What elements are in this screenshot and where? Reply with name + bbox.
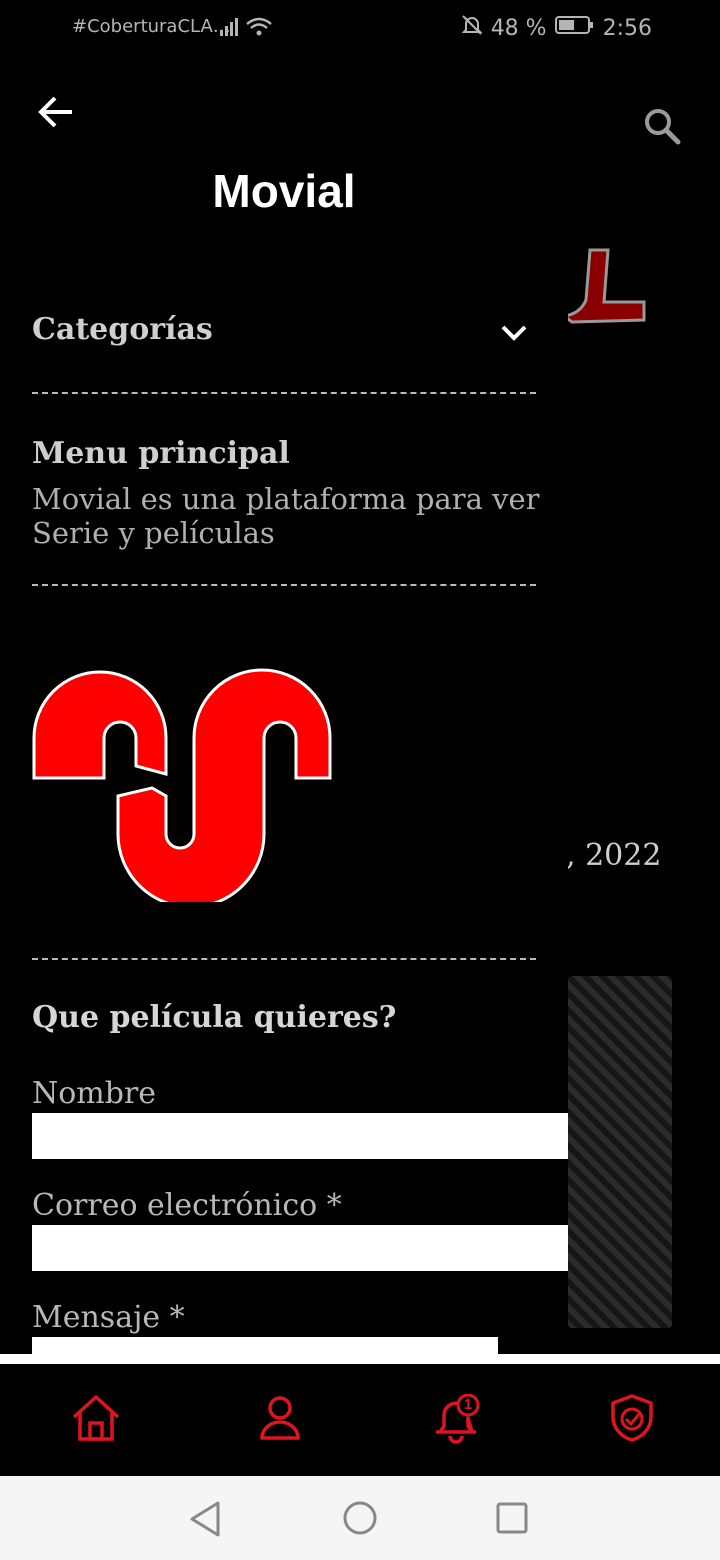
nav-home-button[interactable]: [68, 1394, 124, 1446]
search-icon[interactable]: [642, 106, 682, 150]
nav-profile-button[interactable]: [252, 1394, 308, 1446]
drawer-title: Movial: [212, 165, 356, 217]
movial-logo: [32, 666, 332, 909]
status-bar: #CoberturaCLA… 48 % 2:56: [0, 0, 720, 56]
system-navigation-bar: [0, 1476, 720, 1560]
message-label: Mensaje *: [32, 1300, 185, 1335]
shield-check-icon: [609, 1393, 655, 1447]
carrier-label: #CoberturaCLA…: [72, 16, 231, 37]
background-logo-fragment: [560, 240, 660, 340]
email-field[interactable]: [32, 1225, 568, 1271]
nav-security-button[interactable]: [604, 1394, 660, 1446]
status-right: 48 % 2:56: [461, 14, 652, 42]
categories-dropdown[interactable]: Categorías: [32, 312, 536, 352]
navigation-drawer: Movial Categorías Menu principal Movial …: [0, 56, 568, 1354]
notification-badge: 1: [463, 1396, 473, 1413]
form-title: Que película quieres?: [32, 1000, 397, 1035]
user-icon: [259, 1395, 301, 1445]
chevron-down-icon: [500, 318, 528, 353]
categories-label: Categorías: [32, 312, 213, 347]
battery-percent: 48 %: [490, 15, 547, 41]
email-label: Correo electrónico *: [32, 1188, 342, 1223]
bell-icon: 1: [430, 1393, 482, 1446]
menu-description: Movial es una plataforma para ver Serie …: [32, 482, 540, 550]
message-field[interactable]: [32, 1337, 498, 1354]
recents-square-icon[interactable]: [494, 1500, 530, 1540]
divider: [32, 584, 536, 586]
signal-icon: [218, 14, 274, 45]
separator: [0, 1354, 720, 1364]
clock: 2:56: [602, 15, 652, 41]
battery-icon: [554, 15, 595, 41]
name-field[interactable]: [32, 1113, 568, 1159]
menu-section-title: Menu principal: [32, 436, 290, 471]
home-circle-icon[interactable]: [342, 1500, 378, 1540]
back-triangle-icon[interactable]: [188, 1500, 224, 1542]
background-thumbnail[interactable]: [568, 976, 672, 1328]
bell-muted-icon: [461, 14, 483, 42]
home-icon: [70, 1393, 122, 1447]
back-arrow-icon[interactable]: [36, 92, 76, 136]
name-label: Nombre: [32, 1076, 157, 1111]
divider: [32, 392, 536, 394]
divider: [32, 958, 536, 960]
nav-notifications-button[interactable]: 1: [428, 1393, 484, 1446]
background-date: , 2022: [566, 838, 662, 873]
